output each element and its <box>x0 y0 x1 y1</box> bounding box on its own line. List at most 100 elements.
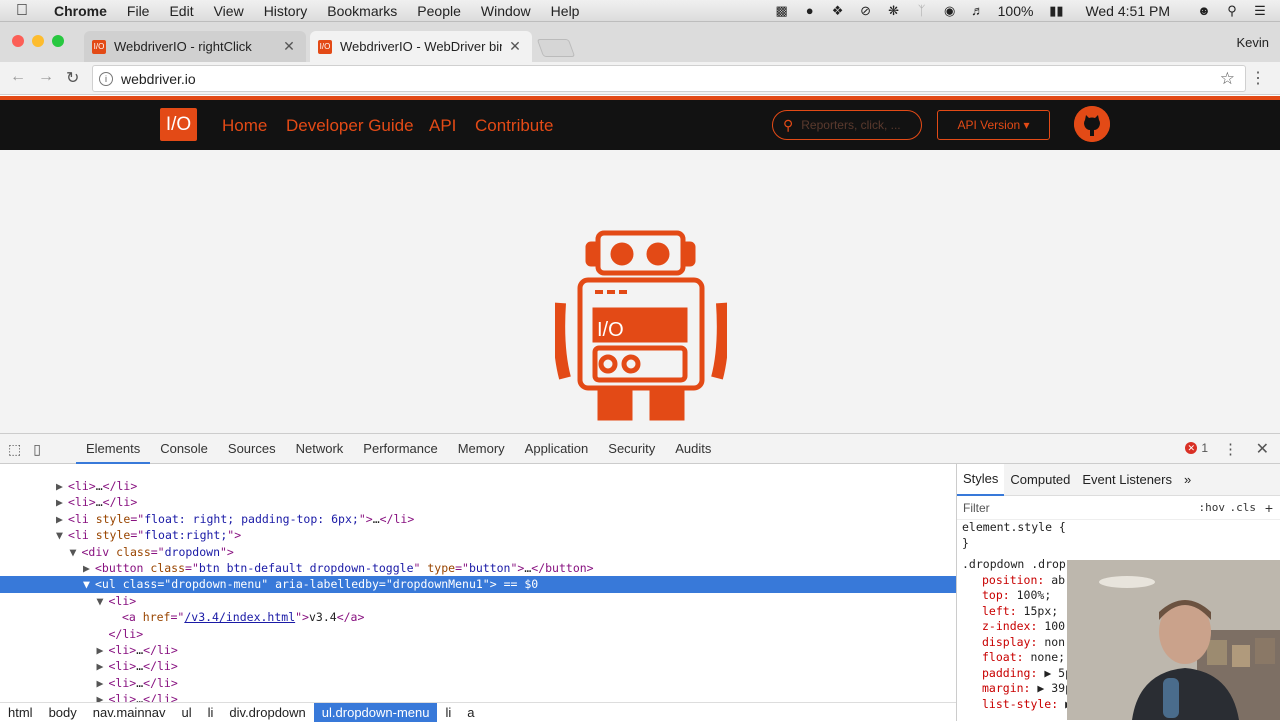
address-bar[interactable]: i webdriver.io ☆ <box>92 65 1246 92</box>
breadcrumb-item[interactable]: ul <box>174 703 200 722</box>
tab-close-icon[interactable]: ✕ <box>508 38 522 55</box>
profile-name[interactable]: Kevin <box>1236 35 1269 50</box>
minimize-window-icon[interactable] <box>32 35 44 47</box>
dropbox-icon[interactable]: ❖ <box>830 4 846 18</box>
menu-app-name[interactable]: Chrome <box>44 3 117 19</box>
breadcrumb-item[interactable]: ul.dropdown-menu <box>313 702 438 722</box>
style-property-name[interactable]: z-index: <box>982 619 1037 633</box>
address-url[interactable]: webdriver.io <box>121 71 196 87</box>
dom-node-line[interactable]: ▶ <li>…</li> <box>0 675 956 691</box>
clock[interactable]: Wed 4:51 PM <box>1085 3 1170 19</box>
breadcrumb-item[interactable]: body <box>41 703 85 722</box>
styles-filter-input[interactable]: Filter :hov .cls + <box>957 496 1280 520</box>
breadcrumb-item[interactable]: li <box>437 703 459 722</box>
dom-node-line[interactable]: ▶ <li>…</li> <box>0 494 956 510</box>
nav-api[interactable]: API <box>429 116 456 136</box>
nav-home[interactable]: Home <box>222 116 267 136</box>
spotlight-icon[interactable]: ⚲ <box>1224 4 1240 18</box>
bluetooth-icon[interactable]: ᛉ <box>914 4 930 18</box>
record-icon[interactable]: ● <box>802 4 818 18</box>
browser-tab-rightclick[interactable]: I/O WebdriverIO - rightClick ✕ <box>84 31 306 62</box>
site-logo[interactable]: I/O <box>160 108 197 141</box>
devtools-menu-icon[interactable]: ⋮ <box>1223 440 1238 458</box>
expand-arrow-icon[interactable]: ▶ <box>56 494 68 510</box>
screen-icon[interactable]: ▩ <box>774 4 790 18</box>
breadcrumb-item[interactable]: nav.mainnav <box>85 703 174 722</box>
apple-icon[interactable]:  <box>0 2 44 20</box>
back-icon[interactable]: ← <box>10 68 26 86</box>
elements-tree[interactable]: ▶ <li>…</li> ▶ <li>…</li> ▶ <li style="float:… <box>0 464 956 702</box>
dom-node-line[interactable]: <a href="/v3.4/index.html">v3.4</a> <box>0 609 956 625</box>
style-property-name[interactable]: list-style: <box>982 697 1058 711</box>
style-property-value[interactable]: 100%; <box>1010 588 1052 602</box>
collapse-arrow-icon[interactable]: ▼ <box>56 527 68 543</box>
chrome-menu-icon[interactable]: ⋮ <box>1250 68 1266 88</box>
github-icon[interactable] <box>1074 106 1110 142</box>
style-property-name[interactable]: float: <box>982 650 1024 664</box>
inspect-element-icon[interactable]: ⬚ <box>8 441 21 458</box>
style-property-name[interactable]: margin: <box>982 681 1030 695</box>
info-icon[interactable]: i <box>99 71 113 86</box>
tab-performance[interactable]: Performance <box>353 434 447 464</box>
close-window-icon[interactable] <box>12 35 24 47</box>
menu-window[interactable]: Window <box>471 3 541 19</box>
tab-console[interactable]: Console <box>150 434 218 464</box>
reload-icon[interactable]: ↻ <box>66 68 79 88</box>
collapse-arrow-icon[interactable]: ▼ <box>70 544 82 560</box>
new-rule-icon[interactable]: + <box>1265 500 1273 516</box>
collapse-arrow-icon[interactable]: ▼ <box>97 593 109 609</box>
tab-computed[interactable]: Computed <box>1004 465 1076 495</box>
menu-bookmarks[interactable]: Bookmarks <box>317 3 407 19</box>
expand-arrow-icon[interactable]: ▶ <box>97 675 109 691</box>
wifi-icon[interactable]: ◉ <box>942 4 958 18</box>
browser-tab-active[interactable]: I/O WebdriverIO - WebDriver bindi ✕ <box>310 31 532 62</box>
bookmark-star-icon[interactable]: ☆ <box>1220 69 1235 89</box>
battery-icon[interactable]: ▮▮ <box>1045 4 1067 18</box>
forward-icon[interactable]: → <box>38 68 54 86</box>
style-property-value[interactable]: ▶ 39p <box>1030 681 1072 695</box>
more-tabs-icon[interactable]: » <box>1178 465 1197 495</box>
nav-contribute[interactable]: Contribute <box>475 116 553 136</box>
dom-node-line[interactable]: ▶ <li style="float: right; padding-top: 6… <box>0 511 956 527</box>
breadcrumb-item[interactable]: li <box>200 703 222 722</box>
tab-audits[interactable]: Audits <box>665 434 721 464</box>
expand-arrow-icon[interactable]: ▶ <box>97 658 109 674</box>
tab-event-listeners[interactable]: Event Listeners <box>1076 465 1178 495</box>
notification-center-icon[interactable]: ☰ <box>1252 4 1268 18</box>
collapse-arrow-icon[interactable]: ▼ <box>83 576 95 592</box>
hov-toggle[interactable]: :hov <box>1199 501 1226 514</box>
cls-toggle[interactable]: .cls <box>1230 501 1257 514</box>
expand-arrow-icon[interactable]: ▶ <box>56 511 68 527</box>
menu-help[interactable]: Help <box>541 3 590 19</box>
style-property-name[interactable]: padding: <box>982 666 1037 680</box>
expand-arrow-icon[interactable]: ▶ <box>83 560 95 576</box>
api-version-dropdown[interactable]: API Version ▾ <box>937 110 1050 140</box>
style-property-name[interactable]: left: <box>982 604 1017 618</box>
tab-sources[interactable]: Sources <box>218 434 286 464</box>
error-counter[interactable]: ✕ 1 <box>1185 441 1208 455</box>
style-property-value[interactable]: non <box>1037 635 1065 649</box>
nav-developer-guide[interactable]: Developer Guide <box>286 116 414 136</box>
style-property-name[interactable]: display: <box>982 635 1037 649</box>
expand-arrow-icon[interactable]: ▶ <box>56 478 68 494</box>
menu-edit[interactable]: Edit <box>159 3 203 19</box>
menu-view[interactable]: View <box>204 3 254 19</box>
selected-dom-node[interactable]: ▼ <ul class="dropdown-menu" aria-labelled… <box>0 576 956 593</box>
style-property-value[interactable]: ab <box>1044 573 1065 587</box>
asterisk-icon[interactable]: ❋ <box>886 4 902 18</box>
expand-arrow-icon[interactable]: ▶ <box>97 642 109 658</box>
dom-node-line[interactable]: ▼ <li> <box>0 593 956 609</box>
dom-node-line[interactable]: ▼ <div class="dropdown"> <box>0 544 956 560</box>
expand-arrow-icon[interactable]: ▶ <box>97 691 109 702</box>
breadcrumb-item[interactable]: a <box>459 703 482 722</box>
dom-node-line[interactable]: ▶ <li>…</li> <box>0 691 956 702</box>
device-toolbar-icon[interactable]: ▯ <box>33 441 41 458</box>
dom-node-line[interactable]: ▶ <button class="btn btn-default dropdown… <box>0 560 956 576</box>
style-property-value[interactable]: none; <box>1024 650 1065 664</box>
menu-people[interactable]: People <box>407 3 471 19</box>
user-icon[interactable]: ☻ <box>1196 4 1212 18</box>
tab-security[interactable]: Security <box>598 434 665 464</box>
dom-node-line[interactable]: ▶ <li>…</li> <box>0 642 956 658</box>
tab-elements[interactable]: Elements <box>76 434 151 464</box>
tab-close-icon[interactable]: ✕ <box>282 38 296 55</box>
